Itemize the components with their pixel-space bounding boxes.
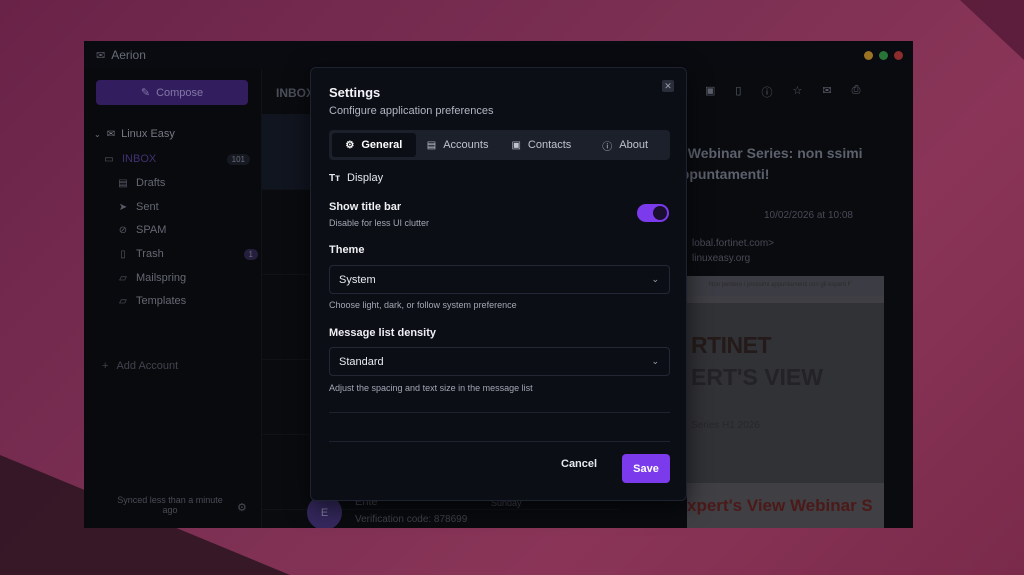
chevron-down-icon: ⌄: [651, 356, 659, 366]
toggle-knob: [653, 206, 667, 220]
density-value: Standard: [339, 355, 384, 368]
density-hint: Adjust the spacing and text size in the …: [329, 383, 533, 393]
theme-hint: Choose light, dark, or follow system pre…: [329, 300, 517, 310]
accounts-icon: ▤: [426, 139, 437, 151]
settings-dialog: Settings Configure application preferenc…: [310, 67, 687, 501]
show-title-bar-toggle[interactable]: [637, 204, 669, 222]
density-label: Message list density: [329, 327, 436, 339]
tab-contacts[interactable]: ▣ Contacts: [500, 133, 584, 157]
show-title-bar-hint: Disable for less UI clutter: [329, 218, 430, 228]
show-title-bar-label: Show title bar: [329, 201, 402, 213]
tab-label: Contacts: [527, 139, 572, 151]
contacts-icon: ▣: [511, 139, 521, 151]
density-select[interactable]: Standard ⌄: [329, 347, 670, 376]
tab-general[interactable]: ⚙ General: [332, 133, 416, 157]
section-divider: [329, 412, 670, 413]
chevron-down-icon: ⌄: [651, 274, 659, 284]
close-icon[interactable]: ✕: [662, 80, 674, 92]
footer-divider: [329, 441, 670, 442]
info-icon: ⓘ: [602, 141, 613, 153]
theme-value: System: [339, 273, 376, 286]
dialog-title: Settings: [329, 85, 381, 100]
settings-tabs: ⚙ General ▤ Accounts ▣ Contacts ⓘ About: [329, 130, 670, 160]
tab-label: About: [619, 139, 648, 151]
tab-label: General: [361, 139, 403, 151]
dialog-subtitle: Configure application preferences: [329, 105, 494, 117]
tab-label: Accounts: [443, 139, 489, 151]
text-size-icon: Tт: [329, 172, 341, 184]
tab-about[interactable]: ⓘ About: [583, 133, 667, 157]
gear-icon: ⚙: [345, 139, 355, 151]
save-button[interactable]: Save: [622, 454, 670, 483]
cancel-button[interactable]: Cancel: [561, 458, 597, 470]
section-header: Tт Display: [329, 172, 383, 184]
tab-accounts[interactable]: ▤ Accounts: [416, 133, 500, 157]
theme-select[interactable]: System ⌄: [329, 265, 670, 294]
section-title: Display: [347, 172, 384, 184]
theme-label: Theme: [329, 244, 365, 256]
